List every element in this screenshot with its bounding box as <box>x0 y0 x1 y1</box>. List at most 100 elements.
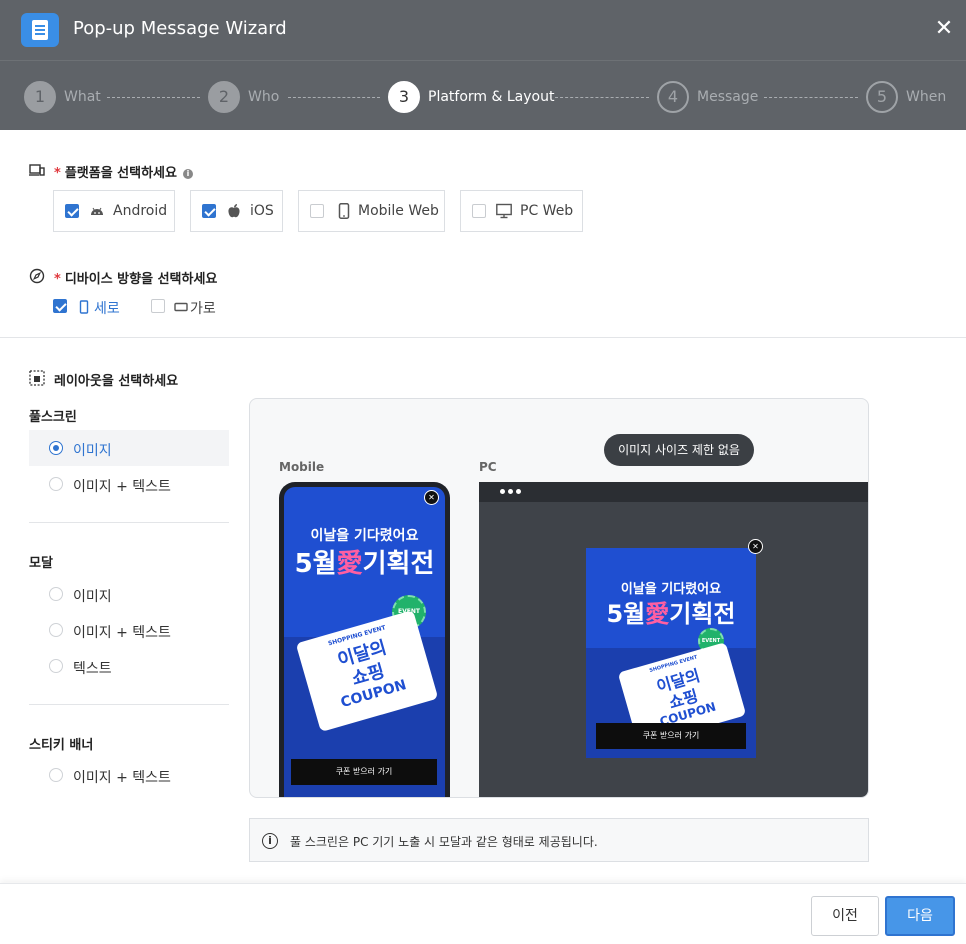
layout-sticky-image-text[interactable]: 이미지 + 텍스트 <box>29 757 229 793</box>
radio-button[interactable] <box>49 659 63 673</box>
notice-text: 풀 스크린은 PC 기기 노출 시 모달과 같은 형태로 제공됩니다. <box>290 835 598 849</box>
window-dot-icon <box>508 489 513 494</box>
orientation-section-title: * 디바이스 방향을 선택하세요 <box>54 268 217 287</box>
banner-coupon-button[interactable]: 쿠폰 받으러 가기 <box>596 723 746 749</box>
pc-popup-banner: 이날을 기다렸어요 5월愛기획전 EVENT SHOPPING EVENT 이달… <box>586 548 756 758</box>
step-2-number[interactable]: 2 <box>208 81 240 113</box>
landscape-label: 가로 <box>190 301 216 317</box>
portrait-label: 세로 <box>94 301 120 317</box>
next-button[interactable]: 다음 <box>885 896 955 936</box>
info-icon[interactable]: i <box>182 169 193 179</box>
platform-option-pc-web[interactable]: PC Web <box>460 190 583 232</box>
group-separator <box>29 522 229 523</box>
layout-section-title: 레이아웃을 선택하세요 <box>54 374 179 389</box>
close-icon[interactable]: ✕ <box>933 17 955 41</box>
orientation-title-text: 디바이스 방향을 선택하세요 <box>64 272 218 287</box>
radio-button[interactable] <box>49 441 63 455</box>
step-3-label[interactable]: Platform & Layout <box>428 89 554 105</box>
option-label: 이미지 + 텍스트 <box>73 625 171 641</box>
browser-toolbar <box>479 482 868 502</box>
group-separator <box>29 704 229 705</box>
step-4-number[interactable]: 4 <box>657 81 689 113</box>
pc-preview-label: PC <box>479 460 497 474</box>
required-mark: * <box>54 166 61 181</box>
banner-headline: 5월愛기획전 <box>586 594 756 629</box>
banner-headline: 5월愛기획전 <box>284 543 445 580</box>
layout-icon <box>29 370 45 386</box>
platform-option-ios[interactable]: iOS <box>190 190 283 232</box>
option-label: 이미지 + 텍스트 <box>73 479 171 495</box>
window-title: Pop-up Message Wizard <box>73 18 287 39</box>
step-5-label[interactable]: When <box>906 89 946 105</box>
step-3-number[interactable]: 3 <box>388 81 420 113</box>
group-modal: 모달 <box>29 556 53 571</box>
portrait-icon <box>79 300 89 314</box>
ios-label: iOS <box>250 203 274 219</box>
option-label: 이미지 <box>73 589 112 605</box>
close-icon[interactable]: ✕ <box>424 490 439 505</box>
layout-fullscreen-image[interactable]: 이미지 <box>29 430 229 466</box>
radio-button[interactable] <box>49 623 63 637</box>
window-dot-icon <box>516 489 521 494</box>
headline-part-a: 5월 <box>294 549 337 579</box>
platform-option-android[interactable]: Android <box>53 190 175 232</box>
orientation-option-landscape[interactable]: 가로 <box>151 298 231 317</box>
ios-checkbox[interactable] <box>202 204 216 218</box>
group-fullscreen: 풀스크린 <box>29 410 77 425</box>
radio-button[interactable] <box>49 477 63 491</box>
headline-part-c: 기획전 <box>362 549 435 579</box>
group-sticky-banner: 스티키 배너 <box>29 738 94 753</box>
step-connector <box>555 97 649 98</box>
step-connector <box>107 97 200 98</box>
android-checkbox[interactable] <box>65 204 79 218</box>
mobile-device-frame: 이날을 기다렸어요 5월愛기획전 EVENT SHOPPING EVENT 이달… <box>279 482 450 797</box>
banner-coupon-button[interactable]: 쿠폰 받으러 가기 <box>291 759 437 785</box>
layout-modal-image[interactable]: 이미지 <box>29 576 229 612</box>
section-divider <box>0 337 966 338</box>
layout-preview: 이미지 사이즈 제한 없음 Mobile PC 이날을 기다렸어요 5월愛기획전… <box>249 398 869 798</box>
layout-modal-text[interactable]: 텍스트 <box>29 648 229 684</box>
platform-title-text: 플랫폼을 선택하세요 <box>64 166 177 181</box>
close-icon[interactable]: ✕ <box>748 539 763 554</box>
monitor-icon <box>496 203 512 219</box>
step-connector <box>764 97 858 98</box>
step-4-label[interactable]: Message <box>697 89 758 105</box>
pc-web-label: PC Web <box>520 203 574 219</box>
layout-fullscreen-image-text[interactable]: 이미지 + 텍스트 <box>29 466 229 502</box>
platform-section-title: * 플랫폼을 선택하세요 i <box>54 162 193 181</box>
image-size-pill: 이미지 사이즈 제한 없음 <box>604 434 754 466</box>
fullscreen-notice: i 풀 스크린은 PC 기기 노출 시 모달과 같은 형태로 제공됩니다. <box>249 818 869 862</box>
step-2-label[interactable]: Who <box>248 89 279 105</box>
mobile-web-checkbox[interactable] <box>310 204 324 218</box>
devices-icon <box>29 164 45 176</box>
info-circle-icon: i <box>262 833 278 849</box>
mobile-web-label: Mobile Web <box>358 203 439 219</box>
previous-button[interactable]: 이전 <box>811 896 879 936</box>
mobile-popup-banner: 이날을 기다렸어요 5월愛기획전 EVENT SHOPPING EVENT 이달… <box>284 487 445 797</box>
mobile-preview-label: Mobile <box>279 460 325 474</box>
radio-button[interactable] <box>49 768 63 782</box>
headline-part-a: 5월 <box>606 600 646 628</box>
android-icon <box>91 207 103 215</box>
option-label: 이미지 <box>73 443 112 459</box>
compass-icon <box>29 268 45 284</box>
step-1-number[interactable]: 1 <box>24 81 56 113</box>
mobile-icon <box>338 203 350 219</box>
radio-button[interactable] <box>49 587 63 601</box>
required-mark: * <box>54 272 61 287</box>
layout-modal-image-text[interactable]: 이미지 + 텍스트 <box>29 612 229 648</box>
step-5-number[interactable]: 5 <box>866 81 898 113</box>
step-connector <box>288 97 380 98</box>
step-1-label[interactable]: What <box>64 89 101 105</box>
option-label: 텍스트 <box>73 661 112 677</box>
landscape-icon <box>174 302 188 312</box>
portrait-checkbox[interactable] <box>53 299 67 313</box>
banner-subtitle: 이날을 기다렸어요 <box>310 528 419 544</box>
pc-web-checkbox[interactable] <box>472 204 486 218</box>
orientation-option-portrait[interactable]: 세로 <box>53 298 133 317</box>
pc-browser-frame: 이날을 기다렸어요 5월愛기획전 EVENT SHOPPING EVENT 이달… <box>479 482 868 797</box>
android-label: Android <box>113 203 168 219</box>
landscape-checkbox[interactable] <box>151 299 165 313</box>
platform-option-mobile-web[interactable]: Mobile Web <box>298 190 445 232</box>
wizard-stepper: 1 What 2 Who 3 Platform & Layout 4 Messa… <box>0 60 966 130</box>
